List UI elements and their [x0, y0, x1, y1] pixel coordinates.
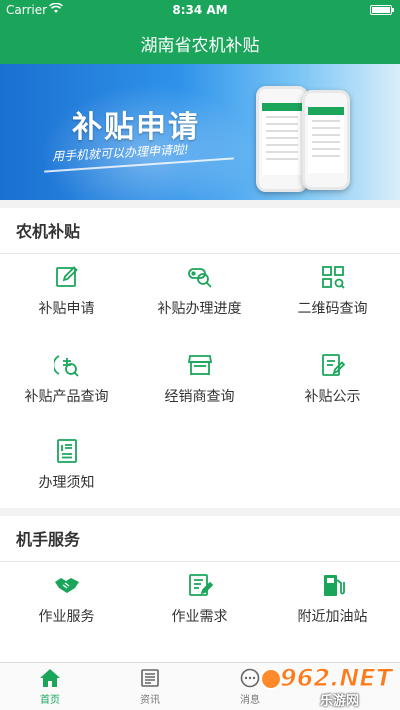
status-bar: Carrier 8:34 AM [0, 0, 400, 20]
qr-grid-icon [320, 264, 346, 290]
edit-icon [54, 264, 80, 290]
subsidy-notice-button[interactable]: 补贴公示 [266, 352, 399, 406]
battery-icon [370, 5, 394, 15]
news-icon [139, 667, 161, 689]
qr-query-label: 二维码查询 [297, 301, 368, 317]
subsidy-notice-label: 补贴公示 [304, 389, 361, 405]
work-service-label: 作业服务 [38, 609, 95, 625]
section-divider [0, 561, 400, 562]
notice-edit-icon [320, 352, 346, 378]
phone-illustration-back [302, 90, 350, 190]
nearby-gas-station-label: 附近加油站 [297, 609, 368, 625]
subsidy-apply-button[interactable]: 补贴申请 [0, 264, 133, 318]
nav-bar: 湖南省农机补贴 [0, 20, 400, 64]
subsidy-apply-label: 补贴申请 [38, 301, 95, 317]
qr-query-button[interactable]: 二维码查询 [266, 264, 399, 318]
progress-search-icon [187, 264, 213, 290]
watermark-site: 乐游网 [320, 694, 360, 709]
section-title: 机手服务 [16, 530, 81, 549]
store-icon [187, 352, 213, 378]
promo-banner[interactable]: 补贴申请 用手机就可以办理申请啦! [0, 64, 400, 200]
banner-headline: 补贴申请 [72, 110, 200, 145]
guidelines-label: 办理须知 [38, 475, 95, 491]
request-form-icon [187, 572, 213, 598]
product-search-icon [52, 352, 80, 378]
phone-illustration-front [256, 86, 308, 192]
site-watermark: 962.NET 乐游网 [260, 662, 396, 709]
work-request-label: 作业需求 [171, 609, 228, 625]
work-service-button[interactable]: 作业服务 [0, 572, 133, 626]
nearby-gas-station-button[interactable]: 附近加油站 [266, 572, 399, 626]
clock: 8:34 AM [172, 3, 228, 17]
document-icon [54, 438, 80, 464]
page-title: 湖南省农机补贴 [140, 36, 260, 56]
guidelines-button[interactable]: 办理须知 [0, 438, 133, 492]
subsidy-progress-button[interactable]: 补贴办理进度 [133, 264, 266, 318]
subsidy-progress-label: 补贴办理进度 [157, 301, 242, 317]
subsidy-section: 农机补贴 补贴申请 补贴办理进度 二维码查询 补贴产品查询 经销商查询 补贴公示… [0, 208, 400, 508]
message-icon [239, 667, 261, 689]
operator-service-section: 机手服务 作业服务 作业需求 附近加油站 [0, 516, 400, 662]
product-query-label: 补贴产品查询 [24, 389, 109, 405]
tab-news-label: 资讯 [140, 695, 160, 706]
product-query-button[interactable]: 补贴产品查询 [0, 352, 133, 406]
dealer-query-label: 经销商查询 [164, 389, 235, 405]
dealer-query-button[interactable]: 经销商查询 [133, 352, 266, 406]
handshake-icon [54, 572, 80, 598]
watermark-brand: 962.NET [279, 664, 393, 693]
work-request-button[interactable]: 作业需求 [133, 572, 266, 626]
section-divider [0, 253, 400, 254]
tab-news[interactable]: 资讯 [100, 667, 200, 706]
section-title: 农机补贴 [16, 222, 81, 241]
tab-home[interactable]: 首页 [0, 667, 100, 706]
home-icon [39, 667, 61, 689]
tab-home-label: 首页 [40, 695, 60, 706]
watermark-logo-icon [260, 668, 282, 690]
fuel-station-icon [320, 572, 346, 598]
